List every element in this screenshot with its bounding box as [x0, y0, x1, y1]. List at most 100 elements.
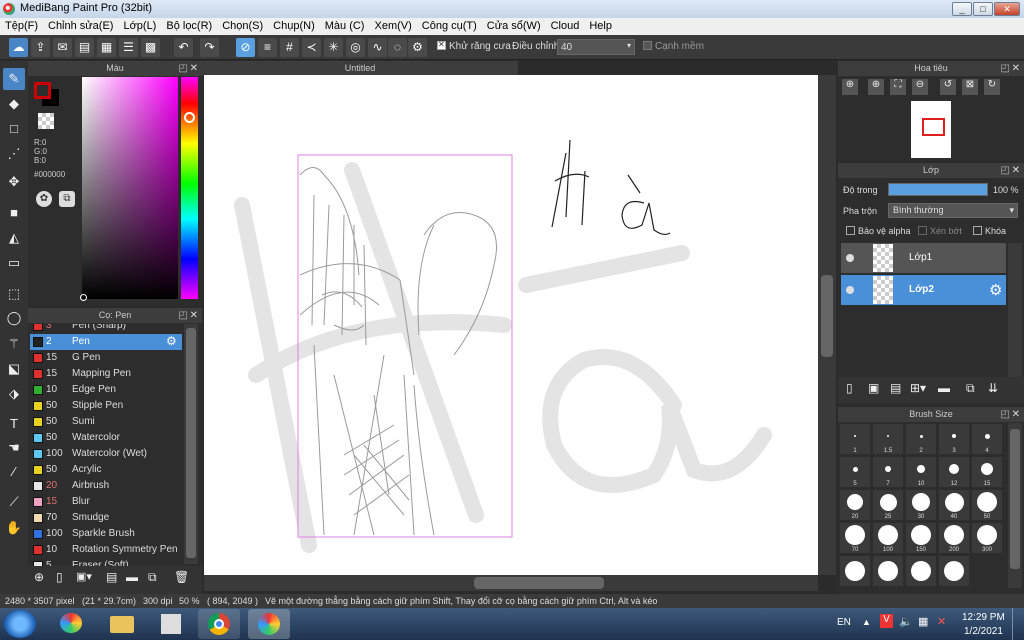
reset-view-icon[interactable]: ⊠	[962, 79, 978, 95]
antialias-checkbox[interactable]	[437, 41, 446, 50]
new-halftone-layer-icon[interactable]: ▣	[868, 381, 879, 395]
undock-icon[interactable]: ◰	[179, 61, 188, 76]
brush-size-option[interactable]: 12	[939, 457, 969, 487]
clock-date[interactable]: 1/2/2021	[964, 626, 1003, 637]
new-brush-icon[interactable]: ▯	[56, 570, 72, 586]
brush-size-option[interactable]: 10	[906, 457, 936, 487]
parallel-snap-icon[interactable]: ≡	[258, 38, 277, 57]
brush-list-scroll-thumb[interactable]	[186, 328, 196, 558]
layer-item-selected[interactable]: Lớp2 ⚙	[841, 275, 1006, 305]
canvas-vertical-scrollbar[interactable]	[818, 75, 836, 575]
brush-size-option[interactable]	[939, 556, 969, 586]
close-icon[interactable]: ✕	[1012, 61, 1020, 76]
brush-size-option[interactable]: 150	[906, 523, 936, 553]
brush-size-option[interactable]: 100	[873, 523, 903, 553]
layer-folder-icon[interactable]: ▬	[938, 381, 950, 395]
notification-icon[interactable]: ✕	[937, 615, 946, 628]
brush-item[interactable]: 100 Sparkle Brush	[30, 526, 182, 542]
menu-window[interactable]: Cửa sổ(W)	[482, 18, 546, 32]
brush-item[interactable]: 10 Rotation Symmetry Pen	[30, 542, 182, 558]
cross-snap-icon[interactable]: #	[280, 38, 299, 57]
layer-settings-gear-icon[interactable]: ⚙	[989, 281, 1002, 299]
primary-color-swatch[interactable]	[34, 82, 51, 99]
lock-checkbox[interactable]	[973, 226, 982, 235]
zoom-in-alt-icon[interactable]: ⊕	[868, 79, 884, 95]
menu-cloud[interactable]: Cloud	[546, 18, 585, 32]
add-layer-menu-icon[interactable]: ⊞▾	[910, 381, 926, 395]
canvas[interactable]	[204, 75, 818, 575]
soft-edge-checkbox[interactable]	[643, 41, 652, 50]
settings-gear-icon[interactable]: ⚙	[408, 38, 427, 57]
brush-item[interactable]: 20 Airbrush	[30, 478, 182, 494]
close-button[interactable]: ✕	[994, 2, 1020, 16]
grid-icon[interactable]: ▩	[141, 38, 160, 57]
close-icon[interactable]: ✕	[190, 308, 198, 323]
brush-item-selected[interactable]: 2 Pen ⚙	[30, 334, 182, 350]
palette-icon[interactable]: ✿	[36, 191, 52, 207]
brush-item[interactable]: 50 Acrylic	[30, 462, 182, 478]
brush-size-option[interactable]: 20	[840, 490, 870, 520]
rect-tool-icon[interactable]: □	[3, 118, 25, 140]
radial-snap-icon[interactable]: ✳	[324, 38, 343, 57]
folder-icon[interactable]: ▬	[126, 570, 142, 586]
navigator-viewport-box[interactable]	[922, 118, 945, 136]
chat-icon[interactable]: ✉	[53, 38, 72, 57]
volume-icon[interactable]: 🔈	[899, 615, 913, 628]
zoom-in-icon[interactable]: ⊕	[842, 79, 858, 95]
chrome-icon[interactable]	[198, 609, 240, 639]
menu-tools[interactable]: Công cụ(T)	[417, 18, 482, 32]
canvas-vscroll-thumb[interactable]	[821, 275, 833, 357]
undock-icon[interactable]: ◰	[179, 308, 188, 323]
brush-size-option[interactable]	[906, 556, 936, 586]
brush-size-option[interactable]: 200	[939, 523, 969, 553]
navigator-thumbnail[interactable]	[911, 101, 951, 158]
upload-icon[interactable]: ⇪	[31, 38, 50, 57]
brush-item[interactable]: 5 Eraser (Soft)	[30, 558, 182, 566]
menu-edit[interactable]: Chỉnh sửa(E)	[43, 18, 118, 32]
hue-cursor[interactable]	[184, 112, 195, 123]
language-indicator[interactable]: EN	[837, 617, 851, 628]
hue-slider[interactable]	[181, 77, 198, 299]
visibility-eye-icon[interactable]	[846, 254, 854, 262]
brush-size-option[interactable]: 50	[972, 490, 1002, 520]
blend-mode-select[interactable]: Bình thường ▾	[888, 203, 1018, 218]
brush-size-option[interactable]: 70	[840, 523, 870, 553]
rotate-left-icon[interactable]: ↺	[940, 79, 956, 95]
redo-icon[interactable]: ↷	[200, 38, 219, 57]
menu-snap[interactable]: Chụp(N)	[268, 18, 320, 32]
page-icon[interactable]: ▦	[97, 38, 116, 57]
snap-off-icon[interactable]: ⊘	[236, 38, 255, 57]
brush-size-option[interactable]: 300	[972, 523, 1002, 553]
transparent-swatch[interactable]	[38, 113, 54, 129]
brush-size-option[interactable]: 5	[840, 457, 870, 487]
close-icon[interactable]: ✕	[1012, 163, 1020, 178]
antialias-toggle[interactable]: Khử răng cưa	[437, 41, 511, 52]
visibility-eye-icon[interactable]	[846, 286, 854, 294]
close-icon[interactable]: ✕	[1012, 407, 1020, 422]
dot-tool-icon[interactable]: ⋰	[3, 143, 25, 165]
file-explorer-icon[interactable]	[100, 609, 142, 639]
select-rect-tool-icon[interactable]: ⬚	[3, 283, 25, 305]
brush-size-option[interactable]: 4	[972, 424, 1002, 454]
opacity-slider[interactable]	[888, 183, 988, 196]
menu-filter[interactable]: Bộ lọc(R)	[161, 18, 217, 32]
brush-item[interactable]: 50 Watercolor	[30, 430, 182, 446]
zoom-out-icon[interactable]: ⊖	[912, 79, 928, 95]
brush-menu-icon[interactable]: ▣▾	[76, 570, 98, 586]
brush-size-option[interactable]: 3	[939, 424, 969, 454]
brush-size-option[interactable]: 15	[972, 457, 1002, 487]
brush-size-option[interactable]	[840, 556, 870, 586]
bucket-tool-icon[interactable]: ◭	[3, 227, 25, 249]
clock-time[interactable]: 12:29 PM	[962, 612, 1005, 623]
fit-icon[interactable]: ⛶	[890, 79, 906, 95]
brush-item[interactable]: 50 Stipple Pen	[30, 398, 182, 414]
new-1bit-layer-icon[interactable]: ▤	[890, 381, 901, 395]
canvas-horizontal-scrollbar[interactable]	[204, 575, 818, 591]
color-picker-icon[interactable]: ⧉	[59, 191, 75, 207]
color-cursor[interactable]	[80, 294, 87, 301]
layer-item[interactable]: Lớp1	[841, 243, 1006, 273]
close-icon[interactable]: ✕	[190, 61, 198, 76]
menu-view[interactable]: Xem(V)	[369, 18, 416, 32]
curve-snap-icon[interactable]: ∿	[368, 38, 387, 57]
brush-size-option[interactable]: 30	[906, 490, 936, 520]
